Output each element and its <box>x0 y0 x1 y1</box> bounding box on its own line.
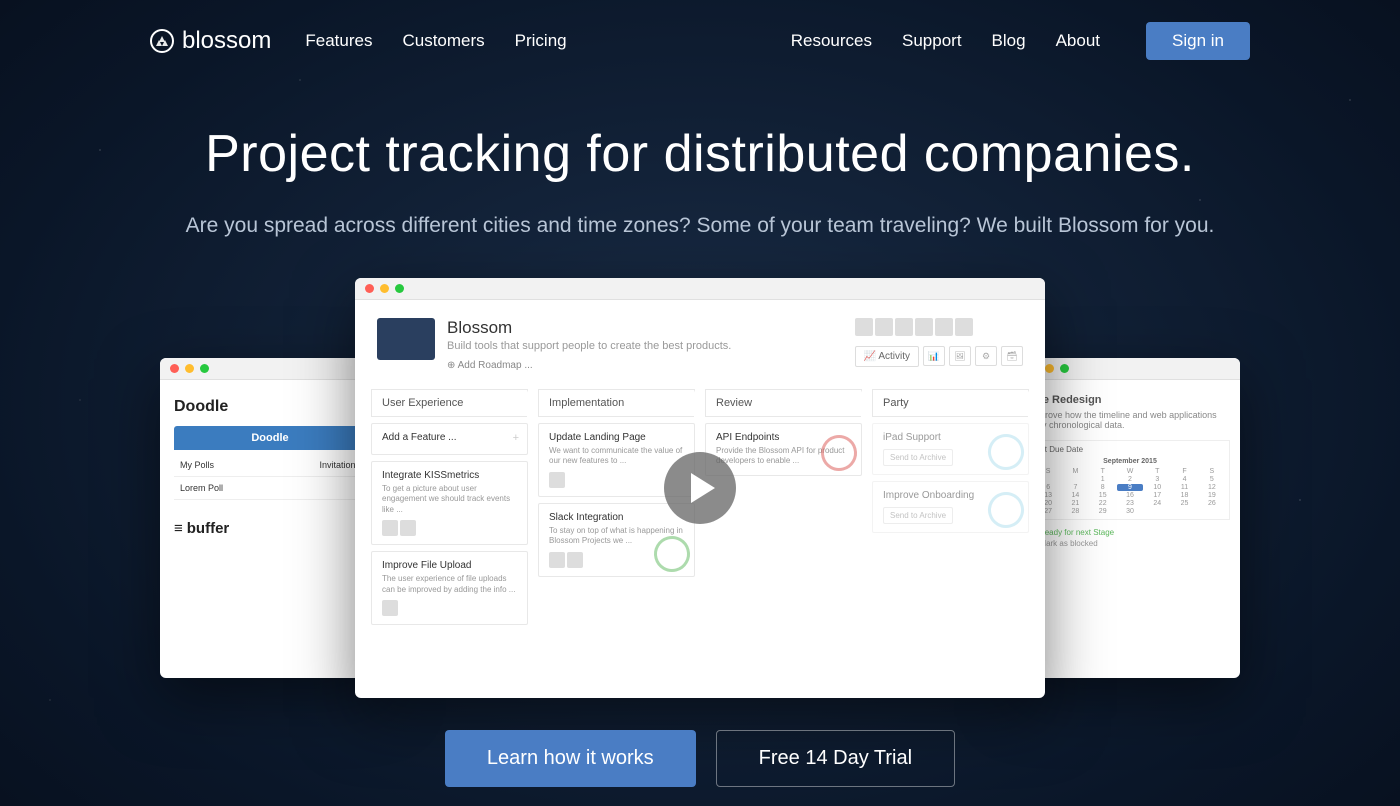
project-header: Blossom Build tools that support people … <box>355 300 1045 389</box>
column-party: Party iPad SupportSend to Archive Improv… <box>872 389 1029 631</box>
nav-about[interactable]: About <box>1056 31 1100 51</box>
hero-subtitle: Are you spread across different cities a… <box>0 214 1400 238</box>
card-file-upload[interactable]: Improve File UploadThe user experience o… <box>371 551 528 625</box>
doodle-tab: Doodle <box>174 426 366 450</box>
nav-blog[interactable]: Blog <box>992 31 1026 51</box>
doodle-subtabs: My PollsInvitations <box>174 454 366 477</box>
learn-button[interactable]: Learn how it works <box>445 730 696 787</box>
signin-button[interactable]: Sign in <box>1146 22 1250 60</box>
cta-row: Learn how it works Free 14 Day Trial <box>0 730 1400 787</box>
trial-button[interactable]: Free 14 Day Trial <box>716 730 955 787</box>
hero-title: Project tracking for distributed compani… <box>0 124 1400 184</box>
brand-name: blossom <box>182 27 271 55</box>
nav-support[interactable]: Support <box>902 31 962 51</box>
column-ux: User Experience Add a Feature ...+ Integ… <box>371 389 528 631</box>
gear-icon[interactable]: ⚙ <box>975 346 997 366</box>
card-ipad[interactable]: iPad SupportSend to Archive <box>872 423 1029 475</box>
doodle-poll-row: Lorem Poll <box>174 477 366 500</box>
buffer-heading: ≡buffer <box>174 520 366 537</box>
image-icon[interactable]: 🖼 <box>949 346 971 366</box>
archive-icon[interactable]: 🗃 <box>1001 346 1023 366</box>
column-header: Implementation <box>538 389 695 417</box>
titlebar <box>160 358 380 380</box>
card-kissmetrics[interactable]: Integrate KISSmetricsTo get a picture ab… <box>371 461 528 545</box>
column-review: Review API EndpointsProvide the Blossom … <box>705 389 862 631</box>
stack-icon: ≡ <box>174 520 183 537</box>
window-right: line Redesign Improve how the timeline a… <box>1020 358 1240 678</box>
column-header: Party <box>872 389 1029 417</box>
chart-icon[interactable]: 📊 <box>923 346 945 366</box>
card-slack[interactable]: Slack IntegrationTo stay on top of what … <box>538 503 695 577</box>
nav-right: Resources Support Blog About Sign in <box>791 22 1250 60</box>
card-onboarding[interactable]: Improve OnboardingSend to Archive <box>872 481 1029 533</box>
top-nav: blossom Features Customers Pricing Resou… <box>0 0 1400 82</box>
hero: Project tracking for distributed compani… <box>0 82 1400 238</box>
project-thumbnail <box>377 318 435 360</box>
play-button[interactable] <box>664 452 736 524</box>
activity-button[interactable]: 📈 Activity <box>855 346 919 367</box>
nav-left: Features Customers Pricing <box>305 31 566 51</box>
project-subtitle: Build tools that support people to creat… <box>447 340 843 352</box>
logo-icon <box>150 29 174 53</box>
member-avatars <box>855 318 1023 336</box>
titlebar <box>355 278 1045 300</box>
plus-icon[interactable]: + <box>513 432 519 444</box>
archive-button[interactable]: Send to Archive <box>883 507 953 524</box>
project-title: Blossom <box>447 318 843 338</box>
nav-features[interactable]: Features <box>305 31 372 51</box>
card-add-feature[interactable]: Add a Feature ...+ <box>371 423 528 455</box>
nav-pricing[interactable]: Pricing <box>515 31 567 51</box>
add-roadmap[interactable]: ⊕ Add Roadmap ... <box>447 360 843 371</box>
column-header: User Experience <box>371 389 528 417</box>
titlebar <box>1020 358 1240 380</box>
detail-desc: Improve how the timeline and web applica… <box>1030 410 1230 430</box>
window-left: Doodle Doodle My PollsInvitations Lorem … <box>160 358 380 678</box>
brand-logo[interactable]: blossom <box>150 27 271 55</box>
doodle-heading: Doodle <box>174 398 366 416</box>
nav-customers[interactable]: Customers <box>402 31 484 51</box>
archive-button[interactable]: Send to Archive <box>883 449 953 466</box>
detail-title: line Redesign <box>1030 394 1230 406</box>
nav-resources[interactable]: Resources <box>791 31 872 51</box>
calendar: Set Due Date September 2015 SMTWTFS12345… <box>1030 440 1230 520</box>
column-header: Review <box>705 389 862 417</box>
screenshot-cluster: Doodle Doodle My PollsInvitations Lorem … <box>160 278 1240 698</box>
